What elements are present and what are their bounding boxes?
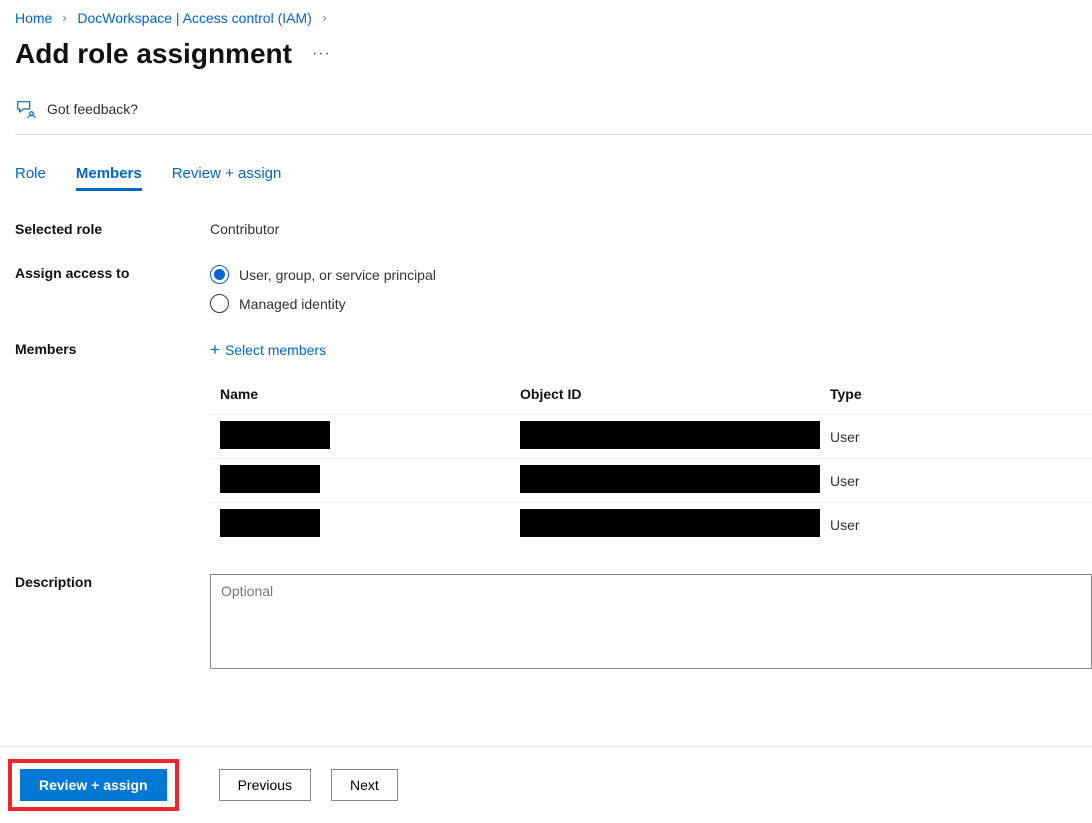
- cell-name-redacted: [220, 509, 320, 537]
- tab-review-assign[interactable]: Review + assign: [172, 165, 282, 191]
- chevron-right-icon: [60, 14, 69, 23]
- selected-role-label: Selected role: [15, 221, 210, 237]
- radio-user-group-principal[interactable]: User, group, or service principal: [210, 265, 1092, 284]
- radio-selected-icon: [210, 265, 229, 284]
- col-header-object-id: Object ID: [520, 386, 830, 402]
- table-row[interactable]: User: [210, 414, 1092, 458]
- col-header-name: Name: [210, 386, 520, 402]
- table-row[interactable]: User: [210, 458, 1092, 502]
- breadcrumb: Home DocWorkspace | Access control (IAM): [15, 10, 1092, 38]
- description-input[interactable]: [210, 574, 1092, 669]
- members-label: Members: [15, 341, 210, 357]
- cell-name-redacted: [220, 465, 320, 493]
- assign-access-radio-group: User, group, or service principal Manage…: [210, 265, 1092, 313]
- radio-managed-label: Managed identity: [239, 296, 346, 312]
- cell-type: User: [830, 429, 1030, 445]
- radio-managed-identity[interactable]: Managed identity: [210, 294, 1092, 313]
- review-assign-button[interactable]: Review + assign: [20, 769, 167, 801]
- cell-objectid-redacted: [520, 421, 820, 449]
- assign-access-label: Assign access to: [15, 265, 210, 281]
- breadcrumb-iam[interactable]: DocWorkspace | Access control (IAM): [77, 10, 311, 26]
- tab-role[interactable]: Role: [15, 165, 46, 191]
- description-label: Description: [15, 574, 210, 590]
- footer: Review + assign Previous Next: [0, 746, 1092, 823]
- radio-user-label: User, group, or service principal: [239, 267, 436, 283]
- cell-objectid-redacted: [520, 465, 820, 493]
- members-table: Name Object ID Type User User: [210, 376, 1092, 546]
- review-assign-highlight: Review + assign: [8, 759, 179, 811]
- cell-objectid-redacted: [520, 509, 820, 537]
- feedback-person-icon: [15, 98, 37, 120]
- feedback-link[interactable]: Got feedback?: [15, 98, 1092, 135]
- table-row[interactable]: User: [210, 502, 1092, 546]
- previous-button[interactable]: Previous: [219, 769, 311, 801]
- cell-type: User: [830, 517, 1030, 533]
- next-button[interactable]: Next: [331, 769, 398, 801]
- plus-icon: +: [210, 341, 220, 358]
- breadcrumb-home[interactable]: Home: [15, 10, 52, 26]
- more-actions-button[interactable]: ···: [312, 45, 331, 63]
- radio-unselected-icon: [210, 294, 229, 313]
- cell-type: User: [830, 473, 1030, 489]
- chevron-right-icon: [320, 14, 329, 23]
- tabs: Role Members Review + assign: [15, 165, 1092, 191]
- select-members-link[interactable]: + Select members: [210, 341, 326, 358]
- cell-name-redacted: [220, 421, 330, 449]
- tab-members[interactable]: Members: [76, 165, 142, 191]
- col-header-type: Type: [830, 386, 1030, 402]
- feedback-label: Got feedback?: [47, 101, 138, 117]
- page-title: Add role assignment: [15, 38, 292, 70]
- selected-role-value: Contributor: [210, 221, 1092, 237]
- select-members-text: Select members: [225, 342, 326, 358]
